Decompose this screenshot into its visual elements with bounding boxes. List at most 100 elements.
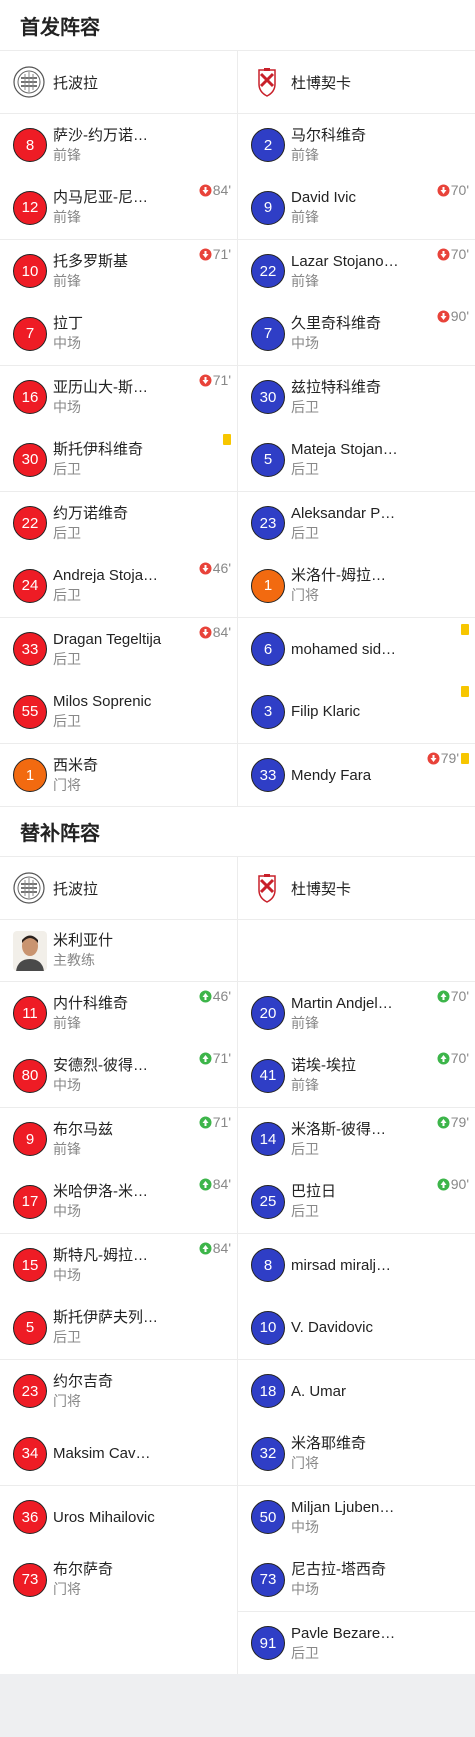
player-row[interactable]: 25 巴拉日 后卫 90' [238, 1170, 475, 1233]
player-info: 马尔科维奇 前锋 [291, 126, 366, 165]
player-number-badge: 10 [13, 254, 47, 288]
event-minute: 90' [450, 1176, 469, 1192]
player-events: 71' [199, 246, 231, 262]
player-row[interactable]: 73 尼古拉-塔西奇 中场 [238, 1548, 475, 1611]
player-row[interactable]: 7 拉丁 中场 [0, 302, 237, 365]
player-row[interactable]: 6 mohamed sid… [238, 617, 475, 680]
player-name: Maksim Cav… [53, 1445, 151, 1462]
player-position: 后卫 [53, 461, 81, 477]
player-position: 前锋 [291, 1014, 319, 1031]
subs-home-team-header[interactable]: 托波拉 [0, 857, 237, 919]
player-row[interactable]: 16 亚历山大-斯… 中场 71' [0, 365, 237, 428]
player-position: 后卫 [53, 1329, 81, 1345]
player-row[interactable]: 33 Mendy Fara 79' [238, 743, 475, 806]
player-name: 布尔马兹 [53, 1120, 114, 1138]
subs-home-column: 托波拉 米利亚什 主教练 11 内什科维奇 前锋 46' 80 安德烈-彼得… 中场 71' 9… [0, 857, 237, 1674]
player-row[interactable]: 23 约尔吉奇 门将 [0, 1359, 237, 1422]
player-position: 后卫 [53, 524, 81, 541]
player-row[interactable]: 5 Mateja Stojan… 后卫 [238, 428, 475, 491]
player-row[interactable]: 17 米哈伊洛-米… 中场 84' [0, 1170, 237, 1233]
player-row[interactable]: 10 托多罗斯基 前锋 71' [0, 239, 237, 302]
player-row[interactable]: 11 内什科维奇 前锋 46' [0, 981, 237, 1044]
player-row[interactable]: 14 米洛斯-彼得… 后卫 79' [238, 1107, 475, 1170]
player-info: 久里奇科维奇 中场 [291, 314, 381, 353]
player-number-badge: 41 [251, 1058, 285, 1093]
player-info: 米哈伊洛-米… 中场 [53, 1182, 148, 1221]
player-name: A. Umar [291, 1382, 347, 1400]
player-position: 中场 [53, 1266, 81, 1283]
player-info: mirsad miralj… [291, 1256, 391, 1275]
player-position: 前锋 [53, 272, 81, 289]
player-row[interactable]: 24 Andreja Stoja… 后卫 46' [0, 554, 237, 617]
player-position: 门将 [53, 776, 81, 793]
player-row[interactable]: 9 David Ivic 前锋 70' [238, 176, 475, 239]
player-row[interactable]: 34 Maksim Cav… [0, 1422, 237, 1485]
home-team-header[interactable]: 托波拉 [0, 51, 237, 113]
player-row[interactable]: 23 Aleksandar P… 后卫 [238, 491, 475, 554]
player-info: 米洛耶维奇 门将 [291, 1434, 366, 1473]
player-number-badge: 25 [251, 1184, 285, 1219]
player-number-badge: 1 [13, 758, 47, 792]
player-name: Martin Andjel… [291, 994, 393, 1012]
event-minute: 79' [440, 750, 459, 766]
player-number-badge: 23 [13, 1374, 47, 1408]
player-info: 斯托伊科维奇 后卫 [53, 440, 143, 479]
player-row[interactable]: 15 斯特凡-姆拉… 中场 84' [0, 1233, 237, 1296]
sub-in-icon [199, 990, 213, 1003]
player-number-badge: 80 [13, 1058, 47, 1093]
player-number-badge: 5 [251, 442, 285, 477]
player-position: 后卫 [291, 524, 319, 541]
player-name: David Ivic [291, 189, 357, 206]
player-info: 安德烈-彼得… 中场 [53, 1056, 148, 1095]
player-number-badge: 34 [13, 1436, 47, 1471]
subs-away-team-header[interactable]: 杜博契卡 [238, 857, 475, 919]
coach-avatar [13, 930, 47, 971]
player-row[interactable]: 8 mirsad miralj… [238, 1233, 475, 1296]
player-row[interactable]: 1 西米奇 门将 [0, 743, 237, 806]
player-row[interactable]: 3 Filip Klaric [238, 680, 475, 743]
player-name: 诺埃-埃拉 [291, 1057, 356, 1074]
player-row[interactable]: 32 米洛耶维奇 门将 [238, 1422, 475, 1485]
player-row[interactable]: 9 布尔马兹 前锋 71' [0, 1107, 237, 1170]
player-row[interactable]: 18 A. Umar [238, 1359, 475, 1422]
player-row[interactable]: 5 斯托伊萨夫列… 后卫 [0, 1296, 237, 1359]
sub-in-icon [199, 1242, 213, 1255]
player-info: Uros Mihailovic [53, 1508, 155, 1527]
player-info: 米洛什-姆拉… 门将 [291, 566, 386, 605]
player-row[interactable]: 30 斯托伊科维奇 后卫 [0, 428, 237, 491]
player-info: 托多罗斯基 前锋 [53, 252, 128, 291]
player-row[interactable]: 10 V. Davidovic [238, 1296, 475, 1359]
player-row[interactable]: 50 Miljan Ljuben… 中场 [238, 1485, 475, 1548]
player-position: 前锋 [53, 209, 81, 225]
coach-row[interactable]: 米利亚什 主教练 [0, 919, 237, 981]
player-row[interactable]: 73 布尔萨奇 门将 [0, 1548, 237, 1611]
player-row[interactable]: 22 约万诺维奇 后卫 [0, 491, 237, 554]
player-row[interactable]: 1 米洛什-姆拉… 门将 [238, 554, 475, 617]
player-row[interactable]: 7 久里奇科维奇 中场 90' [238, 302, 475, 365]
player-number-badge: 24 [13, 568, 47, 603]
away-team-header[interactable]: 杜博契卡 [238, 51, 475, 113]
player-row[interactable]: 33 Dragan Tegeltija 后卫 84' [0, 617, 237, 680]
player-position: 中场 [53, 1077, 81, 1093]
player-row[interactable]: 22 Lazar Stojano… 前锋 70' [238, 239, 475, 302]
player-name: Miljan Ljuben… [291, 1498, 395, 1516]
player-events: 84' [199, 624, 231, 640]
player-row[interactable]: 20 Martin Andjel… 前锋 70' [238, 981, 475, 1044]
sub-out-icon [199, 374, 213, 387]
player-name: 米洛斯-彼得… [291, 1120, 386, 1138]
player-row[interactable]: 36 Uros Mihailovic [0, 1485, 237, 1548]
player-events: 84' [199, 1240, 231, 1256]
event-minute: 70' [450, 246, 469, 262]
event-minute: 84' [212, 182, 231, 198]
player-row[interactable]: 30 兹拉特科维奇 后卫 [238, 365, 475, 428]
player-name: Pavle Bezare… [291, 1624, 396, 1642]
player-row[interactable]: 41 诺埃-埃拉 前锋 70' [238, 1044, 475, 1107]
event-minute: 84' [212, 1240, 231, 1256]
player-row[interactable]: 8 萨沙-约万诺… 前锋 [0, 113, 237, 176]
player-row[interactable]: 55 Milos Soprenic 后卫 [0, 680, 237, 743]
player-row[interactable]: 12 内马尼亚-尼… 前锋 84' [0, 176, 237, 239]
player-row[interactable]: 2 马尔科维奇 前锋 [238, 113, 475, 176]
player-row[interactable]: 91 Pavle Bezare… 后卫 [238, 1611, 475, 1674]
player-row[interactable]: 80 安德烈-彼得… 中场 71' [0, 1044, 237, 1107]
player-name: 兹拉特科维奇 [291, 378, 382, 396]
